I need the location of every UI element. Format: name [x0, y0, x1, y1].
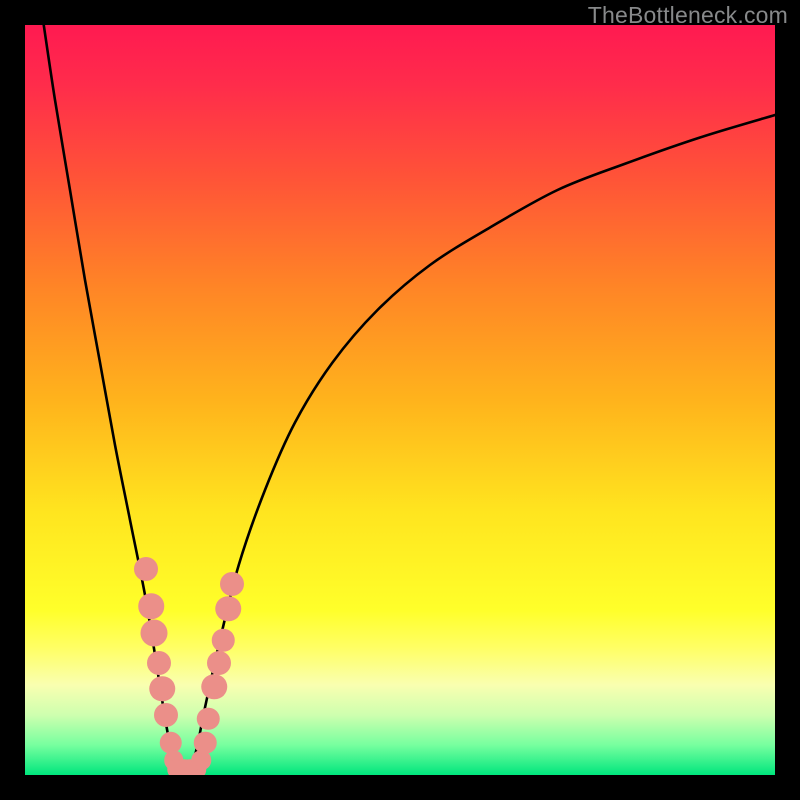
- plot-area: [25, 25, 775, 775]
- data-marker: [197, 708, 220, 731]
- data-marker: [212, 629, 235, 652]
- data-marker: [207, 651, 231, 675]
- data-marker: [201, 674, 227, 700]
- watermark-text: TheBottleneck.com: [588, 2, 788, 29]
- data-marker: [216, 596, 242, 622]
- data-marker: [138, 594, 164, 620]
- data-marker: [134, 557, 158, 581]
- data-marker: [220, 572, 244, 596]
- data-marker: [147, 651, 171, 675]
- chart-frame: TheBottleneck.com: [0, 0, 800, 800]
- data-marker: [150, 676, 176, 702]
- data-marker: [194, 732, 217, 755]
- data-marker: [154, 703, 178, 727]
- data-marker: [141, 619, 168, 646]
- markers-layer: [25, 25, 775, 775]
